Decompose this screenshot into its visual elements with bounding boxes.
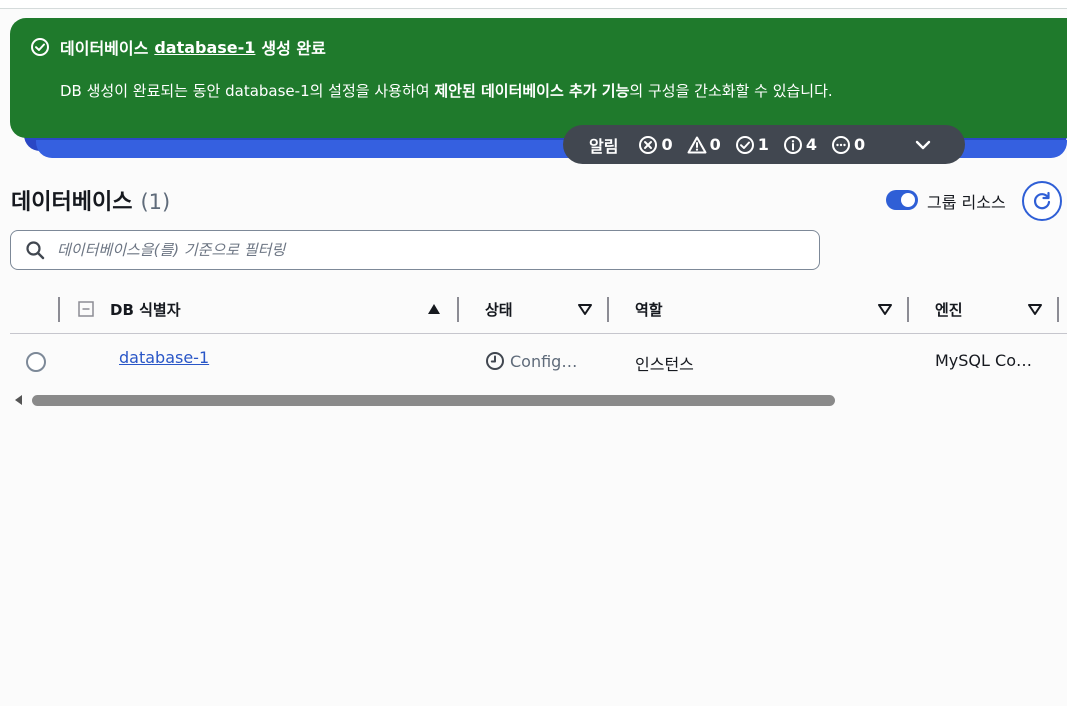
in-progress-icon [832,135,851,154]
error-icon [639,135,658,154]
banner-title-suffix: 생성 완료 [261,39,326,58]
banner-desc-part2: 의 구성을 간소화할 수 있습니다. [629,82,833,100]
toggle-knob [901,193,915,207]
column-header-db-identifier[interactable]: DB 식별자 [110,288,181,330]
notification-label: 알림 [589,136,619,156]
success-count: 1 [757,135,769,154]
refresh-button[interactable] [1022,181,1062,221]
status-cell: Config… [485,351,577,371]
info-count: 4 [805,135,818,154]
sort-ascending-icon[interactable] [426,302,442,316]
table-header: DB 식별자 상태 역할 엔진 [10,288,1067,334]
sort-icon[interactable] [877,302,893,316]
column-header-role[interactable]: 역할 [635,288,663,330]
sort-icon[interactable] [1027,302,1043,316]
banner-desc-part1: DB 생성이 완료되는 동안 database-1의 설정을 사용하여 [60,82,430,100]
status-text: Config… [510,351,578,371]
error-count: 0 [661,135,673,154]
column-header-status[interactable]: 상태 [485,288,513,330]
collapse-all-icon[interactable] [78,301,94,317]
top-strip [0,0,1067,8]
filter-search-input[interactable] [57,241,797,259]
banner-database-link[interactable]: database-1 [154,38,255,57]
column-separator [58,297,60,322]
engine-cell: MySQL Co… [935,351,1032,370]
column-separator[interactable] [607,297,609,322]
role-cell: 인스턴스 [635,355,694,374]
column-separator[interactable] [1057,297,1059,322]
page-title-text: 데이터베이스 [11,190,133,215]
in-progress-count: 0 [854,135,866,154]
check-circle-icon [31,38,49,56]
success-count-item[interactable]: 1 [735,135,769,155]
success-icon [735,135,754,154]
refresh-icon [1033,191,1051,210]
warning-count-item[interactable]: 0 [687,135,721,155]
resource-count: (1) [140,190,171,214]
success-banner: 데이터베이스 database-1 생성 완료 DB 생성이 완료되는 동안 d… [10,18,1067,138]
info-icon [783,135,802,154]
column-separator[interactable] [907,297,909,322]
column-header-engine[interactable]: 엔진 [935,288,963,330]
in-progress-count-item[interactable]: 0 [831,135,865,155]
banner-title-row: 데이터베이스 database-1 생성 완료 [30,36,326,58]
row-select-radio[interactable] [26,352,46,372]
filter-search-box [10,230,820,270]
notification-bar[interactable]: 알림 0 0 1 4 0 [563,125,965,164]
group-resources-toggle[interactable] [886,190,918,210]
banner-description: DB 생성이 완료되는 동안 database-1의 설정을 사용하여 제안된 … [60,80,833,101]
horizontal-scrollbar-thumb[interactable] [32,395,835,406]
warning-icon [687,136,707,153]
sort-icon[interactable] [577,302,593,316]
error-count-item[interactable]: 0 [638,135,673,155]
banner-desc-bold: 제안된 데이터베이스 추가 기능 [434,82,630,100]
table-row[interactable]: database-1 Config… 인스턴스 MySQL Co… [10,340,1067,384]
db-identifier-link[interactable]: database-1 [119,348,209,367]
banner-title-prefix: 데이터베이스 [60,39,149,58]
page-title: 데이터베이스 (1) [11,184,170,216]
clock-icon [486,352,504,370]
warning-count: 0 [709,135,721,154]
top-divider [0,8,1067,9]
search-icon [26,241,45,260]
column-separator[interactable] [457,297,459,322]
chevron-down-icon[interactable] [913,135,933,155]
group-resources-label: 그룹 리소스 [927,193,1006,212]
scroll-left-arrow[interactable] [15,395,22,405]
info-count-item[interactable]: 4 [783,135,817,155]
